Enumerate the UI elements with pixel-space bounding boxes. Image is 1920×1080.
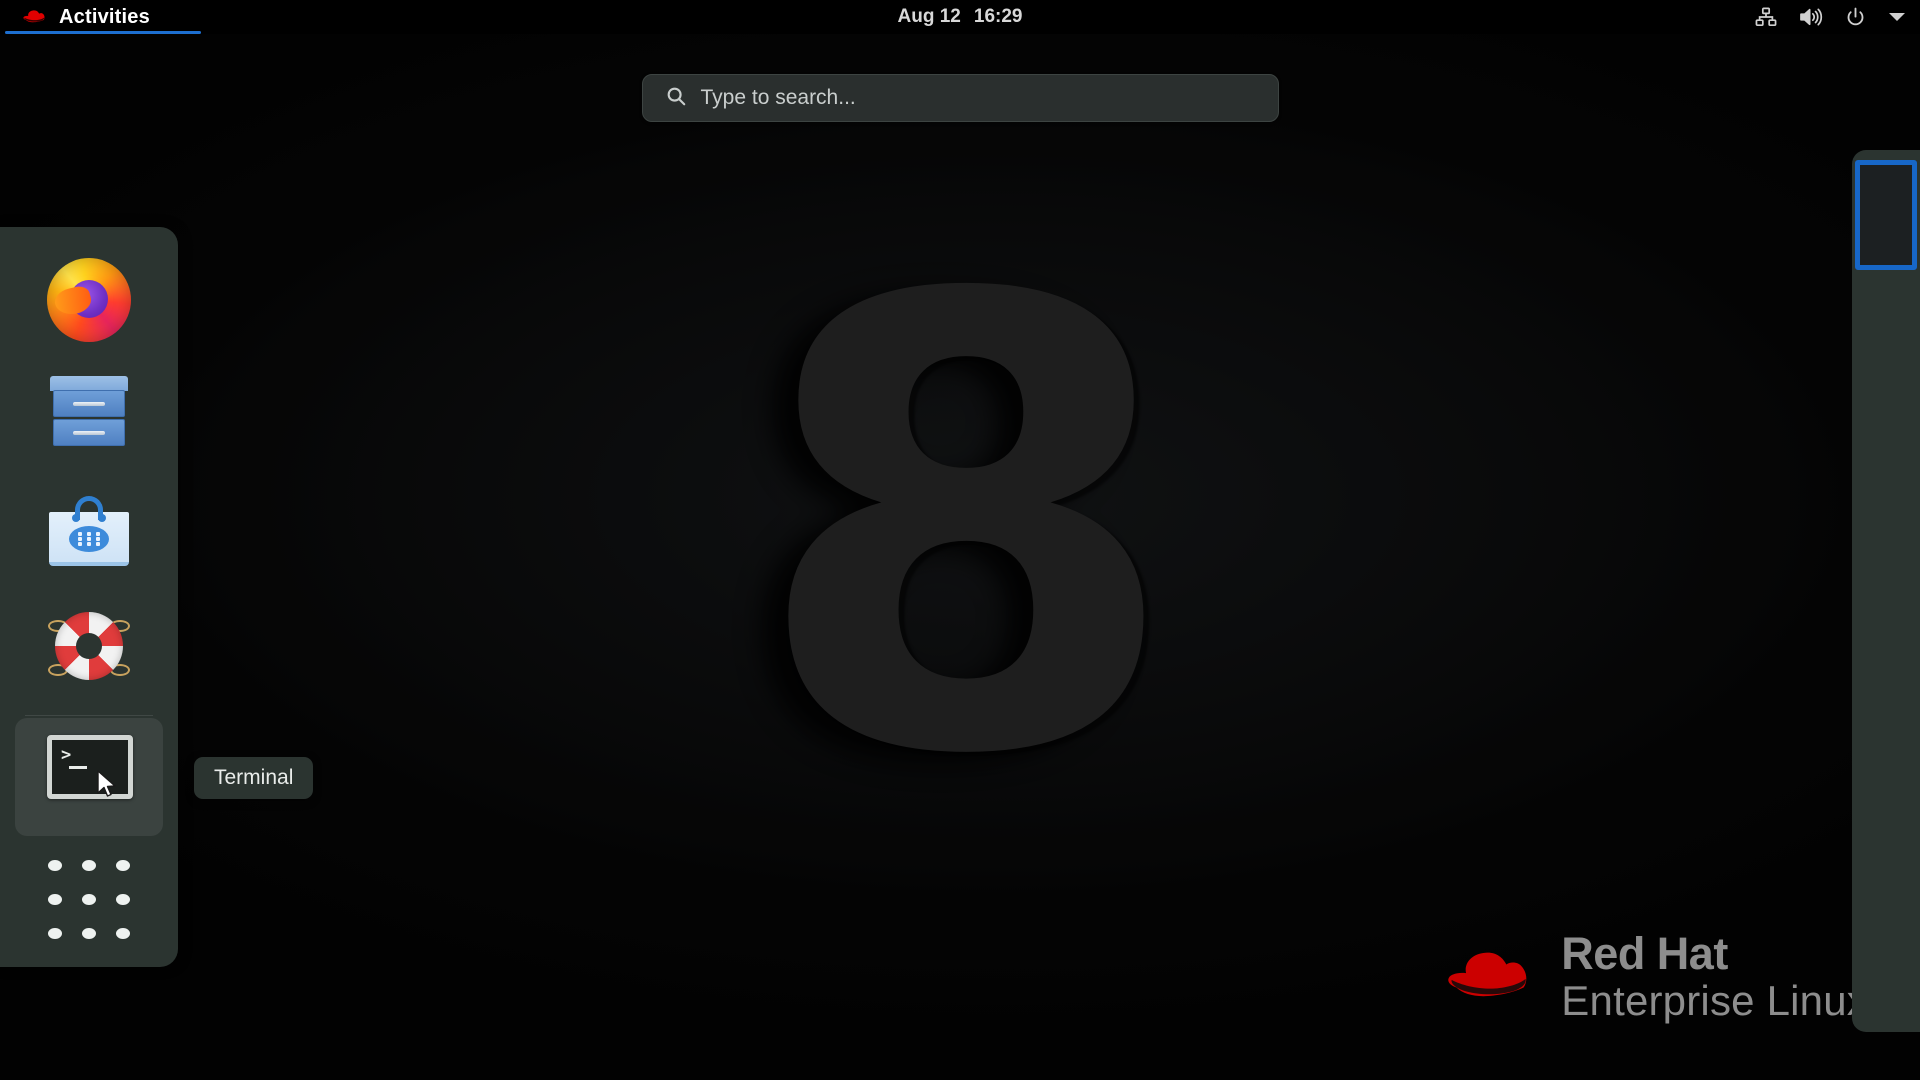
workspace-switcher[interactable] <box>1852 150 1920 1032</box>
brand-line-enterprise-linux: Enterprise Linux <box>1561 977 1868 1024</box>
activities-label: Activities <box>59 5 150 28</box>
apps-grid-icon <box>48 860 130 942</box>
show-applications-button[interactable] <box>15 846 163 956</box>
activities-button[interactable]: Activities <box>0 0 172 34</box>
redhat-hat-logo-icon <box>1443 949 1539 1005</box>
terminal-icon: > <box>47 735 133 819</box>
volume-speaker-icon[interactable] <box>1799 7 1823 27</box>
search-area: Type to search... <box>0 74 1920 122</box>
top-bar: Activities Aug 12 16:29 <box>0 0 1920 34</box>
chevron-down-icon[interactable] <box>1888 11 1906 23</box>
dock-tooltip: Terminal <box>194 757 314 799</box>
activities-active-indicator <box>5 31 201 34</box>
workspace-thumbnail-active[interactable] <box>1855 160 1917 270</box>
status-area[interactable] <box>1755 0 1906 34</box>
dock-item-firefox[interactable] <box>15 241 163 359</box>
lifebuoy-icon <box>47 612 131 696</box>
redhat-branding: Red Hat Enterprise Linux <box>1443 931 1868 1022</box>
files-cabinet-icon <box>47 376 131 460</box>
dock-item-files[interactable] <box>15 359 163 477</box>
network-wired-icon[interactable] <box>1755 7 1777 27</box>
redhat-wordmark: Red Hat Enterprise Linux <box>1561 931 1868 1022</box>
search-input[interactable]: Type to search... <box>641 74 1279 122</box>
power-icon[interactable] <box>1845 7 1866 28</box>
search-placeholder-text: Type to search... <box>700 86 856 109</box>
clock-date[interactable]: Aug 12 <box>898 6 961 28</box>
clock-time[interactable]: 16:29 <box>974 6 1023 28</box>
brand-line-redhat: Red Hat <box>1561 928 1728 979</box>
dash-dock: > <box>0 227 178 967</box>
redhat-logo-icon <box>22 9 48 25</box>
dock-item-terminal[interactable]: > <box>15 718 163 836</box>
software-bag-icon <box>47 494 131 578</box>
clock: Aug 12 16:29 <box>0 0 1920 34</box>
overview-dim-overlay <box>0 0 1920 1080</box>
search-icon <box>665 85 687 112</box>
firefox-icon <box>47 258 131 342</box>
dock-item-software[interactable] <box>15 477 163 595</box>
dock-item-help[interactable] <box>15 595 163 713</box>
dock-separator <box>25 715 153 716</box>
